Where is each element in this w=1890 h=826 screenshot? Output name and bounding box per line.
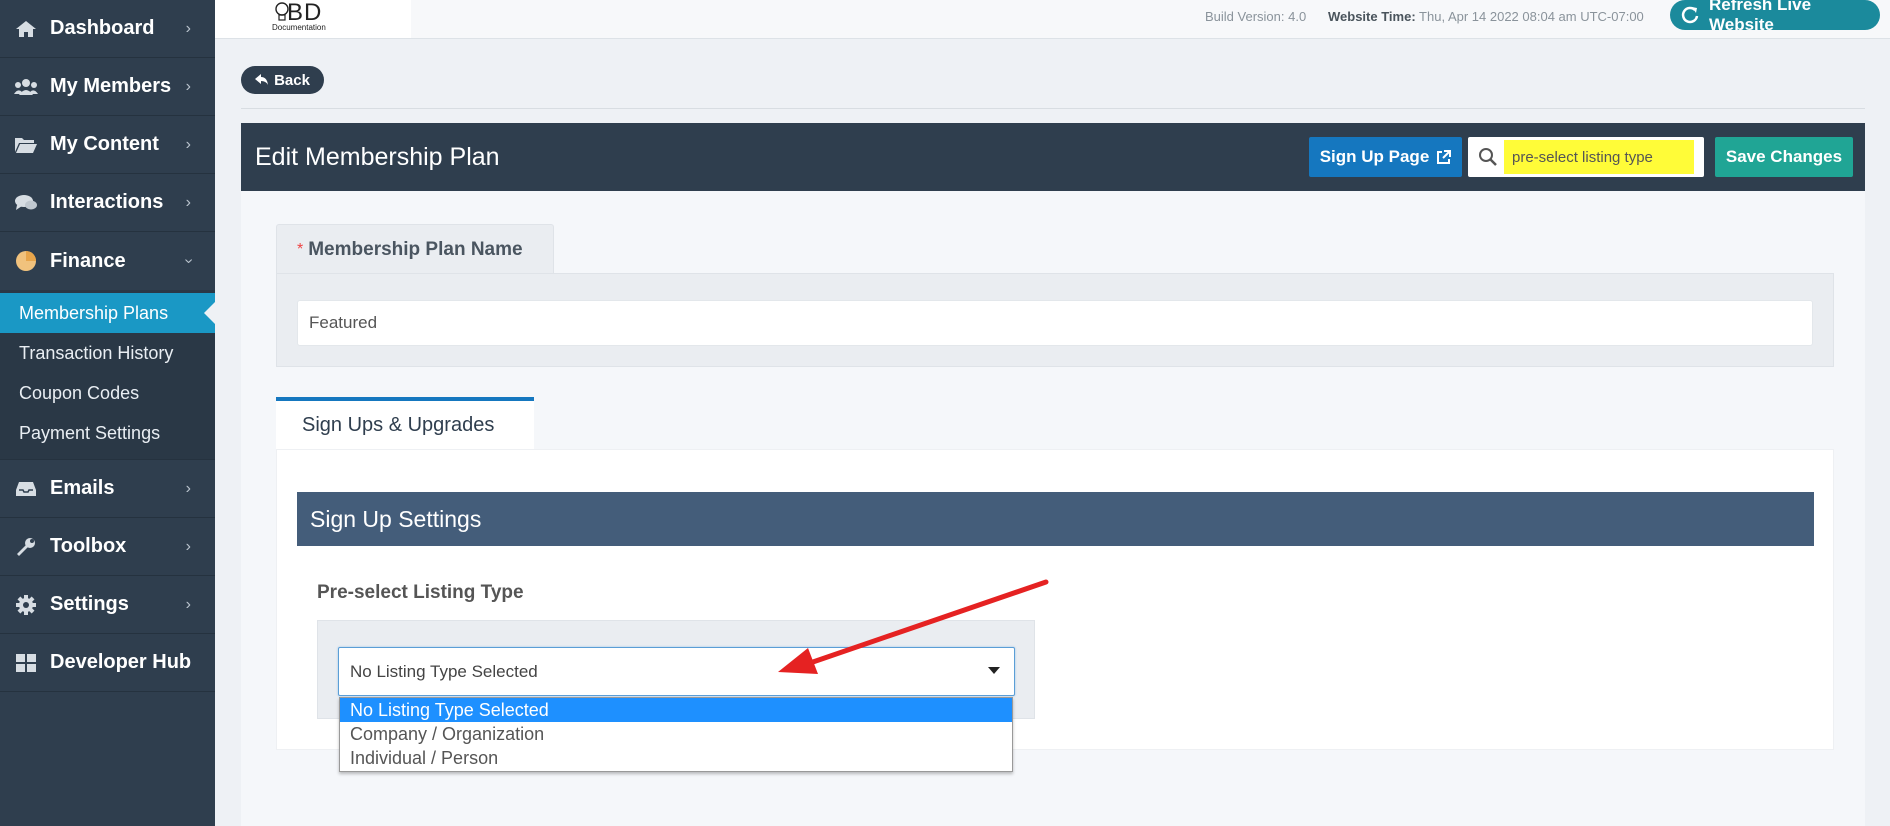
back-label: Back	[274, 71, 310, 89]
listing-type-label: Pre-select Listing Type	[317, 582, 524, 603]
sidebar-item-label: My Content	[50, 133, 159, 155]
sidebar-item-dashboard[interactable]: Dashboard ›	[0, 0, 215, 58]
page-title: Edit Membership Plan	[255, 143, 500, 171]
grid-icon	[14, 653, 38, 673]
pie-chart-icon	[14, 251, 38, 271]
sidebar-item-toolbox[interactable]: Toolbox ›	[0, 518, 215, 576]
sidebar: Dashboard › My Members › My Content › In…	[0, 0, 216, 826]
sidebar-item-my-members[interactable]: My Members ›	[0, 58, 215, 116]
sidebar-item-label: Settings	[50, 593, 129, 615]
page-header: Edit Membership Plan Sign Up Page Save C…	[241, 123, 1865, 191]
chevron-right-icon: ›	[185, 479, 191, 497]
search-box[interactable]	[1468, 137, 1704, 177]
sidebar-item-payment-settings[interactable]: Payment Settings	[0, 413, 215, 453]
search-input[interactable]	[1504, 140, 1694, 174]
users-icon	[14, 77, 38, 97]
comments-icon	[14, 193, 38, 213]
sidebar-item-interactions[interactable]: Interactions ›	[0, 174, 215, 232]
external-link-icon	[1437, 149, 1452, 164]
sidebar-item-label: Finance	[50, 249, 126, 272]
sidebar-item-emails[interactable]: Emails ›	[0, 460, 215, 518]
search-icon	[1479, 148, 1497, 166]
sidebar-item-label: Emails	[50, 477, 115, 499]
annotation-arrow	[778, 579, 1049, 674]
sign-up-page-label: Sign Up Page	[1319, 147, 1430, 166]
sidebar-item-label: Interactions	[50, 191, 164, 213]
sidebar-item-developer-hub[interactable]: Developer Hub	[0, 634, 215, 692]
wrench-icon	[14, 537, 38, 557]
build-version: Build Version: 4.0	[1205, 9, 1307, 24]
sidebar-item-label: Toolbox	[50, 535, 127, 557]
dropdown-option[interactable]: Individual / Person	[340, 746, 1012, 770]
plan-name-input[interactable]	[297, 300, 1813, 346]
sidebar-item-my-content[interactable]: My Content ›	[0, 116, 215, 174]
refresh-icon	[1680, 5, 1700, 25]
sidebar-item-membership-plans[interactable]: Membership Plans	[0, 293, 216, 333]
reply-icon	[255, 74, 269, 85]
sidebar-item-transaction-history[interactable]: Transaction History	[0, 333, 215, 373]
home-icon	[14, 19, 38, 39]
listing-type-dropdown: No Listing Type Selected Company / Organ…	[339, 697, 1013, 772]
dropdown-option[interactable]: Company / Organization	[340, 722, 1012, 746]
finance-submenu: Membership Plans Transaction History Cou…	[0, 290, 216, 460]
save-changes-button[interactable]: Save Changes	[1715, 137, 1853, 177]
gear-icon	[14, 594, 38, 615]
folder-icon	[14, 135, 38, 155]
sidebar-item-settings[interactable]: Settings ›	[0, 576, 215, 634]
chevron-right-icon: ›	[185, 77, 191, 95]
logo[interactable]: BD Documentation	[215, 0, 411, 38]
listing-type-selected: No Listing Type Selected	[350, 661, 538, 681]
chevron-right-icon: ›	[185, 537, 191, 555]
website-time-label: Website Time:	[1328, 9, 1416, 24]
dropdown-option[interactable]: No Listing Type Selected	[340, 698, 1012, 722]
required-mark: *	[297, 240, 304, 258]
sidebar-item-label: My Members	[50, 75, 172, 97]
tab-sign-ups-upgrades[interactable]: Sign Ups & Upgrades	[276, 397, 534, 449]
sidebar-item-label: Dashboard	[50, 17, 155, 39]
sign-up-page-button[interactable]: Sign Up Page	[1309, 137, 1462, 177]
website-time: Website Time: Thu, Apr 14 2022 08:04 am …	[1328, 9, 1644, 24]
divider	[241, 108, 1865, 109]
refresh-live-website-button[interactable]: Refresh Live Website	[1670, 0, 1880, 34]
plan-name-panel	[276, 273, 1834, 367]
chevron-down-icon: ›	[180, 258, 198, 264]
section-title: Sign Up Settings	[297, 492, 1814, 546]
top-bar: BD Documentation Build Version: 4.0 Webs…	[215, 0, 1890, 39]
chevron-right-icon: ›	[185, 595, 191, 613]
plan-name-label-tab: * Membership Plan Name	[276, 224, 554, 274]
back-button[interactable]: Back	[241, 66, 324, 94]
inbox-icon	[14, 479, 38, 499]
chevron-right-icon: ›	[185, 135, 191, 153]
chevron-right-icon: ›	[185, 19, 191, 37]
chevron-right-icon: ›	[185, 193, 191, 211]
logo-subtitle: Documentation	[272, 23, 326, 32]
sidebar-item-coupon-codes[interactable]: Coupon Codes	[0, 373, 215, 413]
refresh-label: Refresh Live Website	[1709, 0, 1812, 34]
sidebar-item-finance[interactable]: Finance ›	[0, 232, 215, 290]
website-time-value: Thu, Apr 14 2022 08:04 am UTC-07:00	[1419, 9, 1644, 24]
plan-name-label: Membership Plan Name	[308, 238, 523, 260]
sidebar-item-label: Developer Hub	[50, 651, 192, 673]
